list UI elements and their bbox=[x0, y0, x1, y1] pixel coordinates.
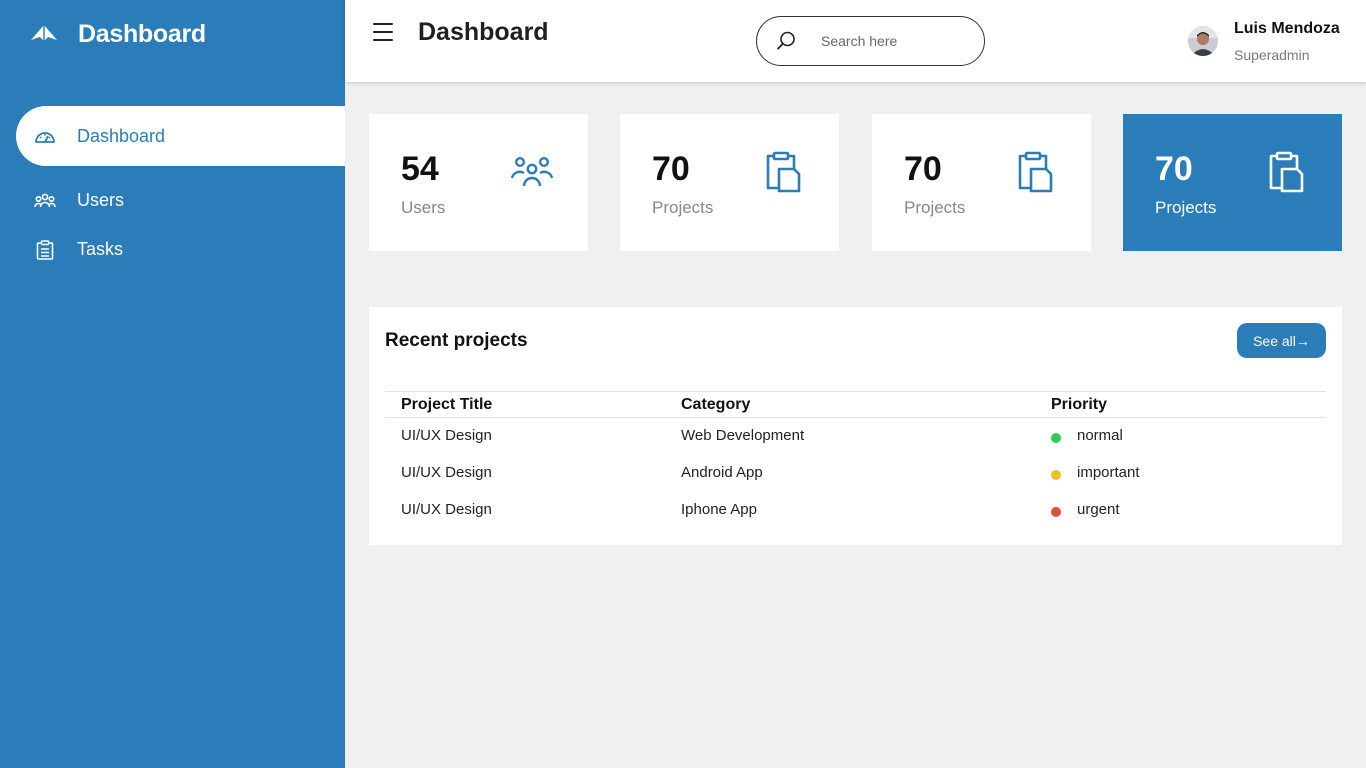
search-input[interactable] bbox=[821, 30, 971, 52]
sidebar-item-users[interactable]: Users bbox=[16, 176, 345, 225]
recent-projects-title: Recent projects bbox=[385, 330, 528, 351]
table-row[interactable]: UI/UX Design Web Development normal bbox=[385, 418, 1326, 455]
stat-card-users[interactable]: 54 Users bbox=[369, 114, 588, 251]
clipboard-copy-icon bbox=[1013, 150, 1057, 194]
recent-projects-panel: Recent projects See all→ Project Title C… bbox=[369, 307, 1342, 545]
priority-dot-icon bbox=[1051, 433, 1061, 443]
sidebar: Dashboard Dashboard Users Tasks bbox=[0, 0, 345, 768]
stat-value: 70 bbox=[1155, 150, 1193, 188]
user-name: Luis Mendoza bbox=[1234, 20, 1340, 37]
stat-label: Projects bbox=[1155, 198, 1217, 217]
hamburger-menu-icon[interactable] bbox=[371, 20, 395, 44]
sidebar-item-dashboard[interactable]: Dashboard bbox=[16, 106, 345, 166]
sidebar-nav: Dashboard Users Tasks bbox=[16, 106, 345, 274]
category-cell: Iphone App bbox=[681, 501, 757, 518]
priority-cell: normal bbox=[1077, 427, 1123, 444]
table-header: Project Title Category Priority bbox=[385, 391, 1326, 418]
table-row[interactable]: UI/UX Design Android App important bbox=[385, 455, 1326, 492]
page-title: Dashboard bbox=[418, 18, 549, 46]
stat-card-projects[interactable]: 70 Projects bbox=[872, 114, 1091, 251]
stat-label: Users bbox=[401, 198, 446, 217]
stat-card-projects-highlight[interactable]: 70 Projects bbox=[1123, 114, 1342, 251]
project-title-cell: UI/UX Design bbox=[401, 427, 492, 444]
project-title-cell: UI/UX Design bbox=[401, 464, 492, 481]
priority-cell: important bbox=[1077, 464, 1140, 481]
see-all-button[interactable]: See all→ bbox=[1237, 323, 1326, 358]
paper-plane-logo-icon bbox=[30, 22, 60, 46]
users-icon bbox=[33, 189, 57, 213]
stat-value: 70 bbox=[904, 150, 942, 188]
clipboard-copy-icon bbox=[761, 150, 805, 194]
projects-table: Project Title Category Priority UI/UX De… bbox=[385, 391, 1326, 529]
sidebar-item-label: Users bbox=[77, 190, 125, 210]
sidebar-item-label: Dashboard bbox=[77, 125, 166, 146]
search-box bbox=[756, 16, 985, 66]
category-cell: Web Development bbox=[681, 427, 805, 444]
gauge-icon bbox=[33, 124, 57, 148]
stat-label: Projects bbox=[904, 198, 966, 217]
clipboard-list-icon bbox=[33, 238, 57, 262]
avatar[interactable] bbox=[1188, 26, 1218, 56]
column-header-priority: Priority bbox=[1051, 396, 1108, 413]
project-title-cell: UI/UX Design bbox=[401, 501, 492, 518]
stat-card-projects[interactable]: 70 Projects bbox=[620, 114, 839, 251]
user-role: Superadmin bbox=[1234, 47, 1310, 63]
sidebar-item-tasks[interactable]: Tasks bbox=[16, 225, 345, 274]
sidebar-item-label: Tasks bbox=[77, 239, 124, 259]
stat-value: 70 bbox=[652, 150, 690, 188]
column-header-category: Category bbox=[681, 396, 751, 413]
stat-label: Projects bbox=[652, 198, 714, 217]
table-row[interactable]: UI/UX Design Iphone App urgent bbox=[385, 492, 1326, 529]
users-group-icon bbox=[510, 150, 554, 194]
search-icon[interactable] bbox=[775, 30, 797, 52]
priority-dot-icon bbox=[1051, 470, 1061, 480]
topbar: Dashboard Luis Mendoza Superadmin bbox=[345, 0, 1366, 82]
stat-value: 54 bbox=[401, 150, 439, 188]
brand[interactable]: Dashboard bbox=[30, 18, 206, 50]
category-cell: Android App bbox=[681, 464, 763, 481]
priority-cell: urgent bbox=[1077, 501, 1120, 518]
priority-dot-icon bbox=[1051, 507, 1061, 517]
column-header-project-title: Project Title bbox=[401, 396, 493, 413]
brand-title: Dashboard bbox=[78, 19, 206, 48]
clipboard-copy-icon bbox=[1264, 150, 1308, 194]
